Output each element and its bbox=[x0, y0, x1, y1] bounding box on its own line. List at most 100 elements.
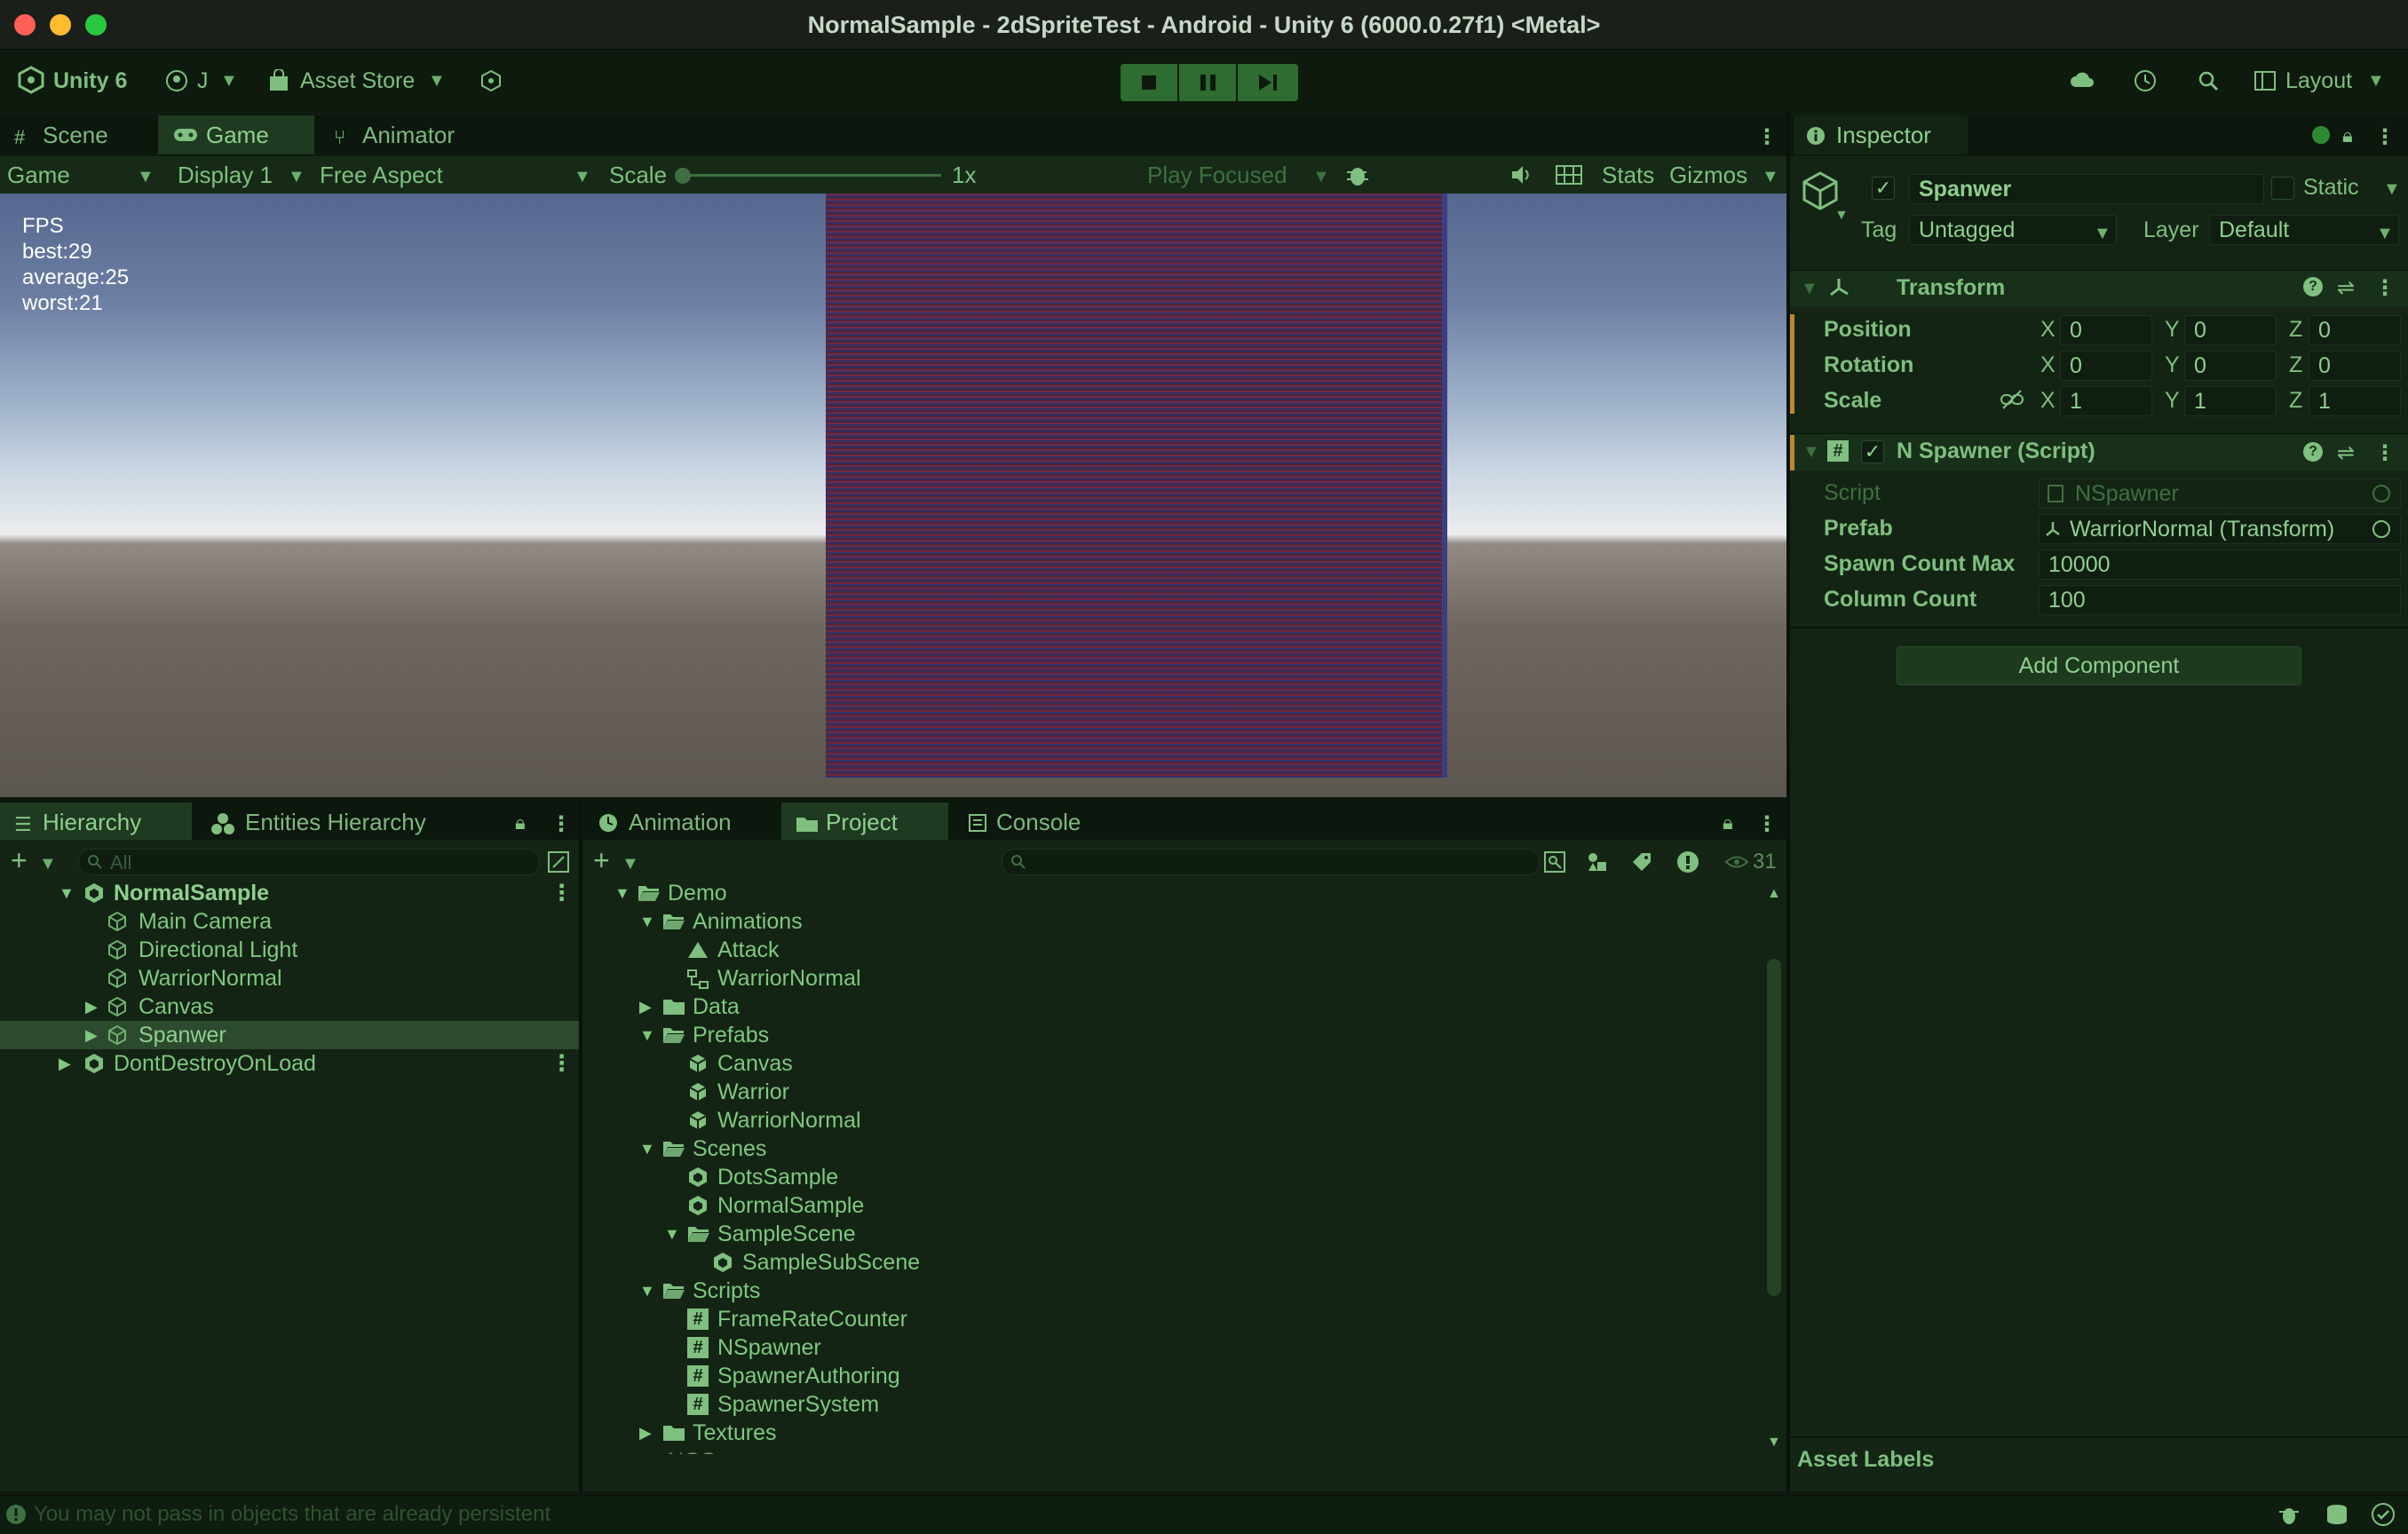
static-checkbox[interactable] bbox=[2271, 177, 2294, 200]
check-circle-icon[interactable] bbox=[2371, 1502, 2396, 1527]
tab-animator[interactable]: Animator bbox=[330, 115, 490, 154]
history-icon[interactable] bbox=[2133, 68, 2158, 93]
scroll-down-arrow-icon[interactable]: ▼ bbox=[1767, 1435, 1781, 1451]
status-message[interactable]: You may not pass in objects that are alr… bbox=[34, 1498, 551, 1530]
project-row-frameratecounter[interactable]: # FrameRateCounter bbox=[582, 1305, 1763, 1333]
chevron-down-icon[interactable]: ▼ bbox=[2383, 179, 2401, 200]
active-checkbox[interactable]: ✓ bbox=[1872, 177, 1895, 200]
position-y-input[interactable]: 0 bbox=[2184, 315, 2277, 345]
play-button[interactable] bbox=[1121, 64, 1177, 101]
presets-icon[interactable]: ⇌ bbox=[2337, 275, 2355, 301]
more-options-icon[interactable]: ⋮ bbox=[2374, 275, 2396, 301]
hierarchy-row-warriornormal[interactable]: WarriorNormal bbox=[0, 964, 579, 992]
project-scrollbar-thumb[interactable] bbox=[1767, 959, 1781, 1296]
bug-icon[interactable] bbox=[2277, 1502, 2301, 1527]
column-count-input[interactable]: 100 bbox=[2039, 585, 2401, 615]
scale-slider-handle[interactable] bbox=[675, 168, 691, 184]
search-icon[interactable] bbox=[2197, 69, 2220, 92]
hierarchy-row-normalsample[interactable]: ▼ NormalSample ⋮ bbox=[0, 879, 579, 907]
eye-hidden-icon[interactable] bbox=[1724, 854, 1749, 870]
help-icon[interactable]: ? bbox=[2303, 277, 2323, 297]
hierarchy-search-input[interactable] bbox=[78, 849, 540, 875]
scale-z-input[interactable]: 1 bbox=[2309, 386, 2401, 416]
project-row-data[interactable]: ▶ Data bbox=[582, 992, 1763, 1021]
project-row-prefabs[interactable]: ▼ Prefabs bbox=[582, 1021, 1763, 1049]
object-name-input[interactable]: Spanwer bbox=[1909, 174, 2264, 204]
rotation-x-input[interactable]: 0 bbox=[2060, 351, 2152, 381]
layer-dropdown[interactable]: Default bbox=[2209, 215, 2399, 245]
hierarchy-row-canvas[interactable]: ▶ Canvas bbox=[0, 992, 579, 1021]
project-row-animations[interactable]: ▼ Animations bbox=[582, 907, 1763, 936]
audio-icon[interactable] bbox=[1509, 163, 1534, 186]
cloud-icon[interactable] bbox=[2069, 69, 2095, 91]
expand-arrow-icon[interactable]: ▼ bbox=[614, 879, 630, 907]
expand-arrow-icon[interactable]: ▶ bbox=[639, 1419, 652, 1447]
project-row-canvas-prefab[interactable]: Canvas bbox=[582, 1049, 1763, 1078]
project-row-textures[interactable]: ▶ Textures bbox=[582, 1419, 1763, 1447]
keyboard-icon[interactable] bbox=[1556, 165, 1582, 185]
filter-by-type-icon[interactable] bbox=[1586, 850, 1609, 874]
spawn-count-input[interactable]: 10000 bbox=[2039, 550, 2401, 580]
project-row-warriornormal-prefab[interactable]: WarriorNormal bbox=[582, 1106, 1763, 1135]
tag-dropdown[interactable]: Untagged bbox=[1909, 215, 2117, 245]
lock-icon[interactable]: 🔒︎ bbox=[1723, 811, 1733, 834]
expand-arrow-icon[interactable]: ▶ bbox=[85, 1021, 98, 1049]
collapse-arrow-icon[interactable]: ▼ bbox=[1802, 442, 1820, 463]
component-enabled-checkbox[interactable]: ✓ bbox=[1861, 440, 1884, 463]
lock-icon[interactable]: 🔒︎ bbox=[2342, 124, 2353, 147]
aspect-dropdown[interactable]: Free Aspect bbox=[320, 156, 443, 194]
label-tag-icon[interactable] bbox=[1630, 850, 1653, 874]
step-button[interactable] bbox=[1238, 64, 1298, 101]
lock-icon[interactable]: 🔒︎ bbox=[515, 811, 526, 834]
project-row-scripts[interactable]: ▼ Scripts bbox=[582, 1277, 1763, 1305]
position-z-input[interactable]: 0 bbox=[2309, 315, 2401, 345]
tab-entities-hierarchy[interactable]: Entities Hierarchy bbox=[206, 803, 472, 842]
object-picker-icon[interactable] bbox=[2372, 520, 2390, 538]
prefab-field[interactable]: WarriorNormal (Transform) bbox=[2039, 514, 2401, 544]
project-row-normalsample[interactable]: NormalSample bbox=[582, 1191, 1763, 1220]
more-options-icon[interactable]: ⋮ bbox=[551, 879, 573, 907]
display-dropdown[interactable]: Display 1 bbox=[178, 156, 273, 194]
project-row-dotssample[interactable]: DotsSample bbox=[582, 1163, 1763, 1191]
expand-arrow-icon[interactable]: ▼ bbox=[639, 907, 655, 936]
add-object-button[interactable]: + bbox=[11, 843, 28, 877]
cache-server-icon[interactable] bbox=[2325, 1502, 2349, 1527]
asset-store-dropdown[interactable]: Asset Store bbox=[300, 50, 415, 112]
hierarchy-row-directional-light[interactable]: Directional Light bbox=[0, 936, 579, 964]
presets-icon[interactable]: ⇌ bbox=[2337, 440, 2355, 466]
account-icon[interactable] bbox=[165, 69, 188, 92]
project-row-spawnersystem[interactable]: # SpawnerSystem bbox=[582, 1390, 1763, 1419]
layout-dropdown[interactable]: Layout bbox=[2285, 50, 2352, 112]
expand-arrow-icon[interactable]: ▼ bbox=[639, 1021, 655, 1049]
project-row-attack[interactable]: Attack bbox=[582, 936, 1763, 964]
project-row-scenes[interactable]: ▼ Scenes bbox=[582, 1135, 1763, 1163]
expand-arrow-icon[interactable]: ▶ bbox=[85, 992, 98, 1021]
scroll-up-arrow-icon[interactable]: ▲ bbox=[1767, 886, 1781, 902]
hierarchy-row-main-camera[interactable]: Main Camera bbox=[0, 907, 579, 936]
account-dropdown[interactable]: J bbox=[197, 50, 209, 112]
more-options-icon[interactable]: ⋮ bbox=[1756, 811, 1778, 837]
position-x-input[interactable]: 0 bbox=[2060, 315, 2152, 345]
project-row-nspawner[interactable]: # NSpawner bbox=[582, 1333, 1763, 1362]
expand-arrow-icon[interactable]: ▶ bbox=[639, 992, 652, 1021]
project-row-demo[interactable]: ▼ Demo bbox=[582, 879, 1763, 907]
gizmos-button[interactable]: Gizmos bbox=[1669, 156, 1747, 194]
project-row-spawnerauthoring[interactable]: # SpawnerAuthoring bbox=[582, 1362, 1763, 1390]
add-component-button[interactable]: Add Component bbox=[1897, 646, 2301, 685]
play-focused-dropdown[interactable]: Play Focused bbox=[1147, 156, 1287, 194]
more-options-icon[interactable]: ⋮ bbox=[1756, 124, 1778, 150]
hierarchy-row-dontdestroyonload[interactable]: ▶ DontDestroyOnLoad ⋮ bbox=[0, 1049, 579, 1078]
scene-view-toggle-icon[interactable] bbox=[547, 850, 570, 874]
game-view-dropdown[interactable]: Game bbox=[7, 156, 70, 194]
expand-arrow-icon[interactable]: ▼ bbox=[639, 1277, 655, 1305]
bug-icon[interactable] bbox=[1344, 162, 1371, 188]
project-row-samplescene[interactable]: ▼ SampleScene bbox=[582, 1220, 1763, 1248]
expand-arrow-icon[interactable]: ▼ bbox=[639, 1135, 655, 1163]
cloud-diagnostics-icon[interactable] bbox=[479, 69, 503, 92]
more-options-icon[interactable]: ⋮ bbox=[551, 811, 572, 837]
project-row-warriornormal-controller[interactable]: WarriorNormal bbox=[582, 964, 1763, 992]
expand-arrow-icon[interactable]: ▼ bbox=[664, 1220, 680, 1248]
search-by-type-icon[interactable] bbox=[1543, 850, 1566, 874]
help-icon[interactable]: ? bbox=[2303, 442, 2323, 462]
more-options-icon[interactable]: ⋮ bbox=[2374, 124, 2396, 150]
